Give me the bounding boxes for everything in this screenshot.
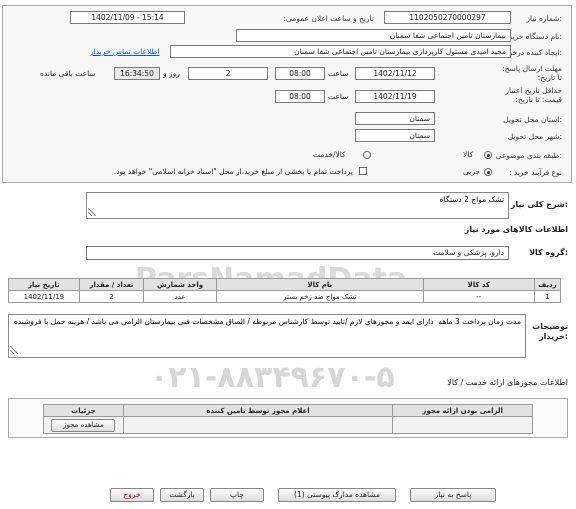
row-need-date: 1402/11/19 <box>8 290 80 303</box>
summary-label: شرح کلی نیاز: <box>510 200 568 209</box>
col-permit-required: الزامی بودن ارائه مجوز <box>392 404 533 417</box>
goods-group-field: دارو، پزشکی و سلامت <box>86 246 509 260</box>
delivery-province-field: سمنان <box>355 112 435 125</box>
col-quantity: تعداد / مقدار <box>78 278 145 291</box>
buyer-contact-link[interactable]: اطلاعات تماس خریدار <box>90 47 160 56</box>
notes-label: توضیحات خریدار: <box>532 322 568 341</box>
col-row: ردیف <box>533 278 562 291</box>
delivery-city-label: شهر محل تحویل: <box>507 132 562 141</box>
table-row: مشاهده مجوز <box>43 416 533 434</box>
permits-table-header: جزئیات اعلام مجوز توسط تامین کننده الزام… <box>43 404 533 417</box>
need-number-field: 1102050270000297 <box>384 11 511 24</box>
delivery-province-label: استان محل تحویل: <box>503 115 562 124</box>
subject-goods-radio[interactable] <box>484 151 492 159</box>
col-need-date: تاریخ نیاز <box>8 278 80 291</box>
price-validity-label: حداقل تاریخ اعتبار قیمت: تا تاریخ: <box>505 86 562 104</box>
subject-type-label: طبقه بندی موضوعی: <box>495 151 562 160</box>
col-permit-details: جزئیات <box>43 404 124 417</box>
col-goods-code: کد کالا <box>422 278 535 291</box>
goods-section-title: اطلاعات کالاهای مورد نیاز <box>464 225 568 234</box>
buyer-org-field: بیمارستان تامین اجتماعی شفا سمنان <box>236 29 511 42</box>
remaining-time-label: ساعت باقی مانده <box>40 69 96 78</box>
subject-goods-service-label: کالا/خدمت <box>313 150 346 159</box>
reply-time-label: ساعت <box>328 69 349 78</box>
permit-required-cell <box>392 416 533 434</box>
process-partial-radio[interactable] <box>484 168 492 176</box>
col-goods-name: نام کالا <box>215 278 424 291</box>
notes-textarea[interactable]: مدت زمان پرداخت 3 ماهه دارای ایمد و مجوز… <box>8 314 526 358</box>
announce-datetime-field: 1402/11/09 - 15:14 <box>70 11 185 24</box>
goods-group-label: گروه کالا: <box>529 248 568 257</box>
exit-button[interactable]: خروج <box>110 488 154 502</box>
permits-table: جزئیات اعلام مجوز توسط تامین کننده الزام… <box>43 404 533 434</box>
subject-goods-label: کالا <box>463 150 474 159</box>
row-goods-name: تشک مواج ضد زخم بستر <box>215 290 424 303</box>
purchase-process-label: نوع فرآیند خرید : <box>508 168 562 177</box>
remaining-time-field: 16:34:50 <box>114 67 160 80</box>
price-validity-time: 08:00 <box>275 90 325 103</box>
permits-section-title: اطلاعات مجوزهای ارائه خدمت / کالا <box>447 378 568 387</box>
summary-textarea[interactable]: تشک مواج 2 دستگاه <box>86 192 509 219</box>
goods-table-header: تاریخ نیاز تعداد / مقدار واحد شمارش نام … <box>8 278 562 291</box>
delivery-city-field: سمنان <box>355 129 435 142</box>
reply-days-label: روز و <box>163 69 180 78</box>
reply-button[interactable]: پاسخ به نیاز <box>410 488 496 502</box>
view-attachments-button[interactable]: مشاهده مدارک پیوستی (1) <box>278 488 396 502</box>
announce-datetime-label: تاریخ و ساعت اعلان عمومی: <box>283 14 374 23</box>
price-validity-time-label: ساعت <box>328 92 349 101</box>
col-unit: واحد شمارش <box>143 278 217 291</box>
subject-goods-service-radio[interactable] <box>363 151 371 159</box>
price-validity-date: 1402/11/19 <box>355 90 435 103</box>
reply-deadline-label: مهلت ارسال پاسخ: تا تاریخ: <box>502 64 562 82</box>
treasury-note: پرداخت تمام یا بخشی از مبلغ خرید،از محل … <box>113 167 353 176</box>
view-permit-button[interactable]: مشاهده مجوز <box>51 418 116 432</box>
row-goods-code: -- <box>422 290 535 303</box>
reply-deadline-date: 1402/11/12 <box>355 67 435 80</box>
summary-resize-grip-icon[interactable] <box>88 208 96 216</box>
row-quantity: 2 <box>78 290 145 303</box>
permit-supplier-cell <box>122 416 394 434</box>
buyer-org-label: نام دستگاه خریدار: <box>502 32 562 41</box>
need-number-label: شماره نیاز: <box>526 14 562 23</box>
print-button[interactable]: چاپ <box>210 488 264 502</box>
back-button[interactable]: بازگشت <box>160 488 204 502</box>
process-partial-label: جزیی <box>463 167 481 176</box>
watermark-phone: ۰۲۱-۸۸۳۴۹۶۷۰-۵ <box>150 360 395 395</box>
row-unit: عدد <box>143 290 217 303</box>
row-number: 1 <box>533 290 562 303</box>
permit-details-cell: مشاهده مجوز <box>43 416 124 434</box>
col-permit-supplier: اعلام مجوز توسط تامین کننده <box>122 404 394 417</box>
goods-table: تاریخ نیاز تعداد / مقدار واحد شمارش نام … <box>8 278 562 303</box>
requester-field: مجید امیدی مسئول کارپردازی بیمارستان تام… <box>170 45 511 58</box>
reply-deadline-time: 08:00 <box>275 67 325 80</box>
notes-resize-grip-icon[interactable] <box>10 346 18 354</box>
table-row: 1402/11/19 2 عدد تشک مواج ضد زخم بستر --… <box>8 290 562 303</box>
treasury-checkbox[interactable] <box>359 167 367 175</box>
reply-days-field: 2 <box>188 67 268 80</box>
